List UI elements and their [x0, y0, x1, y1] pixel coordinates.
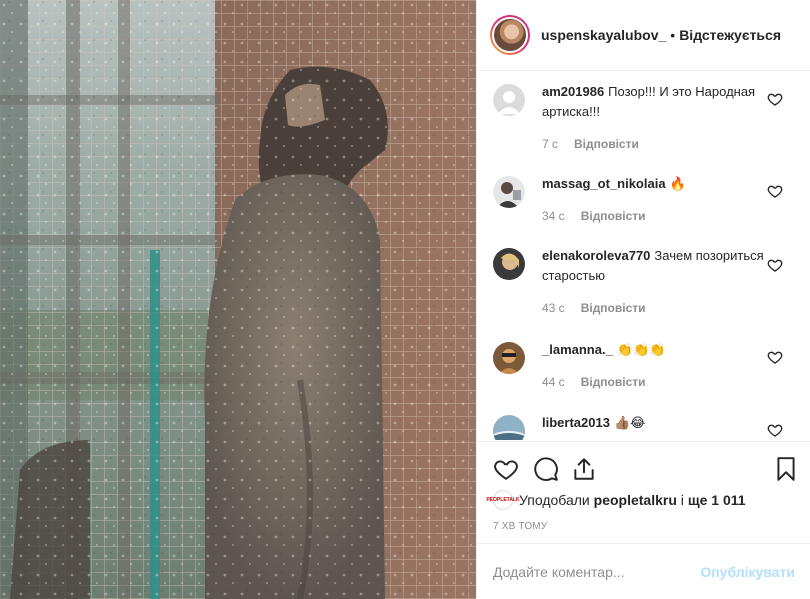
comment-input[interactable]: Додайте коментар... — [493, 564, 700, 580]
action-bar — [477, 441, 810, 493]
comment-meta: 7 с Відповісти — [542, 137, 639, 151]
reply-button[interactable]: Відповісти — [581, 301, 646, 315]
add-comment-bar: Додайте коментар... Опублікувати — [477, 543, 810, 599]
comment-body: 👍🏽😂 — [613, 415, 646, 430]
comment-body: 🔥 — [669, 176, 686, 191]
comment-age: 44 с — [542, 375, 565, 389]
comment-age: 7 с — [542, 137, 559, 151]
heart-icon[interactable] — [767, 422, 783, 438]
comment-username[interactable]: massag_ot_nikolaia — [542, 176, 666, 191]
following-button[interactable]: Відстежується — [679, 27, 781, 43]
photo-image — [0, 0, 476, 599]
liker-username[interactable]: peopletalkru — [594, 492, 677, 508]
likes-prefix: Уподобали — [519, 492, 590, 508]
bookmark-icon[interactable] — [773, 456, 799, 482]
comment-text: am201986 Позор!!! И это Народная артиска!… — [542, 82, 772, 122]
post-header: uspenskayalubov_ • Відстежується — [477, 0, 810, 71]
comment-text: elenakoroleva770 Зачем позориться старост… — [542, 246, 772, 286]
liker-avatar[interactable]: PEOPLETALK — [486, 490, 520, 510]
likes-summary: PEOPLETALK Уподобали peopletalkru і ще 1… — [486, 490, 746, 510]
reply-button[interactable]: Відповісти — [574, 137, 639, 151]
comments-list[interactable]: am201986 Позор!!! И это Народная артиска!… — [477, 72, 810, 440]
comment-body: 👏👏👏 — [616, 342, 666, 357]
comment-username[interactable]: elenakoroleva770 — [542, 248, 650, 263]
author-avatar[interactable] — [490, 15, 530, 55]
comment-username[interactable]: _lamanna._ — [542, 342, 613, 357]
reply-button[interactable]: Відповісти — [581, 375, 646, 389]
commenter-avatar[interactable] — [493, 415, 525, 440]
header-separator: • — [670, 27, 676, 43]
comment-age: 43 с — [542, 301, 565, 315]
likes-count-link[interactable]: ще 1 011 — [688, 492, 746, 508]
comment-username[interactable]: am201986 — [542, 84, 604, 99]
heart-icon[interactable] — [767, 349, 783, 365]
heart-icon[interactable] — [493, 456, 519, 482]
author-username[interactable]: uspenskayalubov_ — [541, 27, 666, 43]
default-avatar-icon[interactable] — [493, 84, 525, 116]
comment-meta: 43 с Відповісти — [542, 301, 646, 315]
share-icon[interactable] — [571, 456, 597, 482]
comment-meta: 34 с Відповісти — [542, 209, 646, 223]
heart-icon[interactable] — [767, 183, 783, 199]
post-side-panel: uspenskayalubov_ • Відстежується am20198… — [476, 0, 810, 599]
comment-age: 34 с — [542, 209, 565, 223]
comment-meta: 44 с Відповісти — [542, 375, 646, 389]
commenter-avatar[interactable] — [493, 342, 525, 374]
comment-username[interactable]: liberta2013 — [542, 415, 610, 430]
commenter-avatar[interactable] — [493, 176, 525, 208]
commenter-avatar[interactable] — [493, 248, 525, 280]
comment-text: liberta2013 👍🏽😂 — [542, 413, 772, 433]
heart-icon[interactable] — [767, 91, 783, 107]
likes-conj: і — [680, 492, 684, 508]
post-photo[interactable] — [0, 0, 476, 599]
comment-icon[interactable] — [533, 456, 559, 482]
post-timestamp[interactable]: 7 ХВ ТОМУ — [493, 521, 547, 532]
reply-button[interactable]: Відповісти — [581, 209, 646, 223]
post-comment-button[interactable]: Опублікувати — [700, 564, 795, 580]
comment-text: _lamanna._ 👏👏👏 — [542, 340, 772, 360]
heart-icon[interactable] — [767, 257, 783, 273]
comment-text: massag_ot_nikolaia 🔥 — [542, 174, 772, 194]
